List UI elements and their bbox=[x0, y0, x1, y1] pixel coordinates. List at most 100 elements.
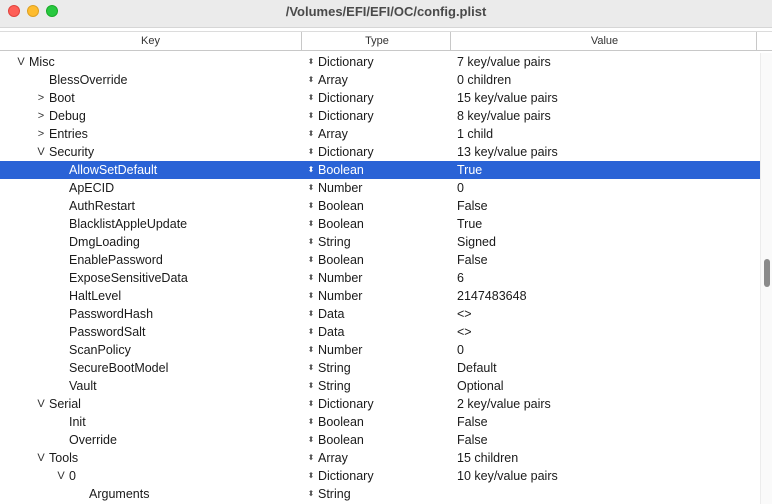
outline-row[interactable]: BlessOverride ⬍ Array 0 children bbox=[0, 71, 760, 89]
row-type[interactable]: Array bbox=[318, 125, 348, 143]
row-value[interactable]: True bbox=[457, 215, 482, 233]
row-type[interactable]: Boolean bbox=[318, 161, 364, 179]
row-key[interactable]: PasswordHash bbox=[69, 305, 153, 323]
scrollbar-thumb[interactable] bbox=[764, 259, 770, 287]
type-popup-arrows-icon[interactable]: ⬍ bbox=[306, 179, 316, 197]
outline-row[interactable]: AllowSetDefault ⬍ Boolean True bbox=[0, 161, 760, 179]
row-type[interactable]: String bbox=[318, 377, 351, 395]
disclosure-collapsed-icon[interactable]: > bbox=[35, 107, 47, 125]
type-popup-arrows-icon[interactable]: ⬍ bbox=[306, 71, 316, 89]
row-type[interactable]: Boolean bbox=[318, 215, 364, 233]
row-key[interactable]: AllowSetDefault bbox=[69, 161, 157, 179]
row-type[interactable]: Dictionary bbox=[318, 53, 374, 71]
type-popup-arrows-icon[interactable]: ⬍ bbox=[306, 143, 316, 161]
outline-row[interactable]: Vault ⬍ String Optional bbox=[0, 377, 760, 395]
type-popup-arrows-icon[interactable]: ⬍ bbox=[306, 287, 316, 305]
row-key[interactable]: EnablePassword bbox=[69, 251, 163, 269]
column-header-key[interactable]: Key bbox=[0, 32, 302, 50]
disclosure-expanded-icon[interactable]: V bbox=[55, 467, 67, 485]
row-type[interactable]: Array bbox=[318, 449, 348, 467]
row-value[interactable]: 10 key/value pairs bbox=[457, 467, 558, 485]
type-popup-arrows-icon[interactable]: ⬍ bbox=[306, 89, 316, 107]
type-popup-arrows-icon[interactable]: ⬍ bbox=[306, 215, 316, 233]
outline-row[interactable]: Arguments ⬍ String bbox=[0, 485, 760, 503]
row-value[interactable]: 15 key/value pairs bbox=[457, 89, 558, 107]
outline-row[interactable]: V Misc ⬍ Dictionary 7 key/value pairs bbox=[0, 53, 760, 71]
row-key[interactable]: Misc bbox=[29, 53, 55, 71]
outline-row[interactable]: Init ⬍ Boolean False bbox=[0, 413, 760, 431]
row-value[interactable]: 7 key/value pairs bbox=[457, 53, 551, 71]
row-value[interactable]: False bbox=[457, 251, 488, 269]
type-popup-arrows-icon[interactable]: ⬍ bbox=[306, 467, 316, 485]
disclosure-collapsed-icon[interactable]: > bbox=[35, 125, 47, 143]
outline-row[interactable]: PasswordHash ⬍ Data <> bbox=[0, 305, 760, 323]
row-type[interactable]: Boolean bbox=[318, 431, 364, 449]
type-popup-arrows-icon[interactable]: ⬍ bbox=[306, 449, 316, 467]
type-popup-arrows-icon[interactable]: ⬍ bbox=[306, 125, 316, 143]
row-key[interactable]: Init bbox=[69, 413, 86, 431]
outline-row[interactable]: EnablePassword ⬍ Boolean False bbox=[0, 251, 760, 269]
row-key[interactable]: Override bbox=[69, 431, 117, 449]
row-value[interactable]: False bbox=[457, 197, 488, 215]
row-value[interactable]: <> bbox=[457, 305, 472, 323]
type-popup-arrows-icon[interactable]: ⬍ bbox=[306, 251, 316, 269]
outline-row[interactable]: > Boot ⬍ Dictionary 15 key/value pairs bbox=[0, 89, 760, 107]
disclosure-expanded-icon[interactable]: V bbox=[35, 143, 47, 161]
row-type[interactable]: Dictionary bbox=[318, 143, 374, 161]
row-type[interactable]: Number bbox=[318, 179, 362, 197]
type-popup-arrows-icon[interactable]: ⬍ bbox=[306, 107, 316, 125]
column-header-value[interactable]: Value bbox=[453, 32, 757, 50]
type-popup-arrows-icon[interactable]: ⬍ bbox=[306, 197, 316, 215]
type-popup-arrows-icon[interactable]: ⬍ bbox=[306, 341, 316, 359]
row-type[interactable]: Array bbox=[318, 71, 348, 89]
row-type[interactable]: Boolean bbox=[318, 413, 364, 431]
disclosure-collapsed-icon[interactable]: > bbox=[35, 89, 47, 107]
row-key[interactable]: Tools bbox=[49, 449, 78, 467]
row-key[interactable]: DmgLoading bbox=[69, 233, 140, 251]
type-popup-arrows-icon[interactable]: ⬍ bbox=[306, 485, 316, 503]
type-popup-arrows-icon[interactable]: ⬍ bbox=[306, 53, 316, 71]
outline-row[interactable]: DmgLoading ⬍ String Signed bbox=[0, 233, 760, 251]
type-popup-arrows-icon[interactable]: ⬍ bbox=[306, 323, 316, 341]
row-type[interactable]: Data bbox=[318, 323, 344, 341]
row-value[interactable]: 0 bbox=[457, 341, 464, 359]
row-key[interactable]: ApECID bbox=[69, 179, 114, 197]
row-value[interactable]: 1 child bbox=[457, 125, 493, 143]
row-type[interactable]: Dictionary bbox=[318, 107, 374, 125]
row-key[interactable]: ScanPolicy bbox=[69, 341, 131, 359]
plist-outline-view[interactable]: V Misc ⬍ Dictionary 7 key/value pairs BlessOv… bbox=[0, 53, 760, 503]
type-popup-arrows-icon[interactable]: ⬍ bbox=[306, 431, 316, 449]
row-type[interactable]: Data bbox=[318, 305, 344, 323]
outline-row[interactable]: PasswordSalt ⬍ Data <> bbox=[0, 323, 760, 341]
outline-row[interactable]: V 0 ⬍ Dictionary 10 key/value pairs bbox=[0, 467, 760, 485]
row-type[interactable]: Dictionary bbox=[318, 89, 374, 107]
row-value[interactable]: Signed bbox=[457, 233, 496, 251]
row-key[interactable]: SecureBootModel bbox=[69, 359, 168, 377]
outline-row[interactable]: ApECID ⬍ Number 0 bbox=[0, 179, 760, 197]
row-type[interactable]: Boolean bbox=[318, 251, 364, 269]
row-key[interactable]: AuthRestart bbox=[69, 197, 135, 215]
type-popup-arrows-icon[interactable]: ⬍ bbox=[306, 377, 316, 395]
row-key[interactable]: 0 bbox=[69, 467, 76, 485]
row-key[interactable]: BlessOverride bbox=[49, 71, 128, 89]
row-key[interactable]: Entries bbox=[49, 125, 88, 143]
vertical-scrollbar[interactable] bbox=[760, 53, 772, 504]
row-key[interactable]: Arguments bbox=[89, 485, 149, 503]
row-type[interactable]: Number bbox=[318, 269, 362, 287]
row-type[interactable]: Boolean bbox=[318, 197, 364, 215]
row-type[interactable]: Number bbox=[318, 341, 362, 359]
outline-row[interactable]: BlacklistAppleUpdate ⬍ Boolean True bbox=[0, 215, 760, 233]
column-header-type[interactable]: Type bbox=[304, 32, 451, 50]
row-value[interactable]: 6 bbox=[457, 269, 464, 287]
row-value[interactable]: Default bbox=[457, 359, 497, 377]
row-type[interactable]: Dictionary bbox=[318, 467, 374, 485]
type-popup-arrows-icon[interactable]: ⬍ bbox=[306, 161, 316, 179]
row-value[interactable]: 2147483648 bbox=[457, 287, 527, 305]
row-key[interactable]: Debug bbox=[49, 107, 86, 125]
row-value[interactable]: False bbox=[457, 413, 488, 431]
outline-row[interactable]: V Security ⬍ Dictionary 13 key/value pairs bbox=[0, 143, 760, 161]
outline-row[interactable]: HaltLevel ⬍ Number 2147483648 bbox=[0, 287, 760, 305]
row-value[interactable]: False bbox=[457, 431, 488, 449]
row-key[interactable]: Boot bbox=[49, 89, 75, 107]
disclosure-expanded-icon[interactable]: V bbox=[35, 449, 47, 467]
